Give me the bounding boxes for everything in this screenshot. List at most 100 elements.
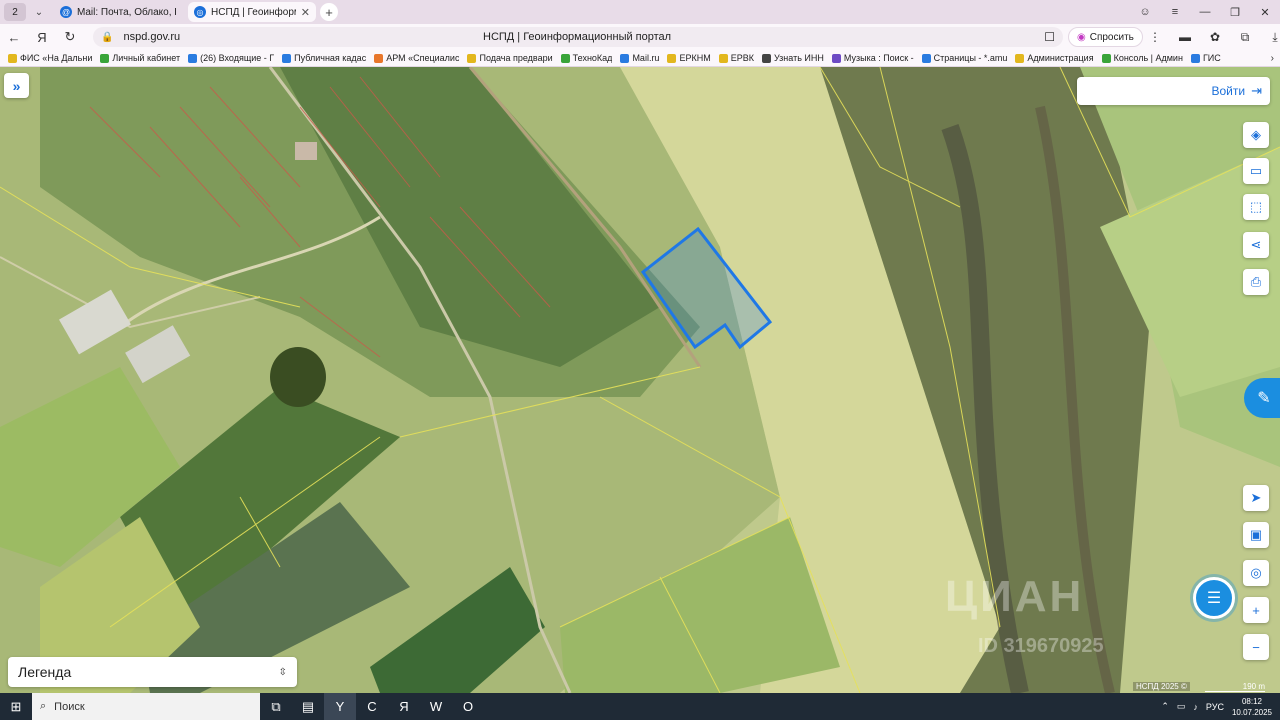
bookmark-favicon (374, 53, 384, 63)
more-icon[interactable]: ⋮ (1140, 30, 1170, 44)
tab-count-badge[interactable]: 2 (4, 3, 26, 21)
login-label: Войти (1211, 84, 1246, 98)
bookmark-item[interactable]: Музыка : Поиск - (831, 53, 914, 63)
bookmark-icon[interactable]: ☐ (1044, 30, 1055, 44)
lock-icon: 🔒 (101, 31, 114, 43)
clock-date: 10.07.2025 (1231, 707, 1272, 717)
extension-icon[interactable]: ▬ (1170, 30, 1200, 44)
url-field[interactable]: 🔒 nspd.gov.ru НСПД | Геоинформационный п… (93, 27, 1063, 47)
zoom-in-button[interactable]: + (1243, 597, 1269, 623)
mail-icon: @ (60, 6, 72, 18)
yandex-icon[interactable]: Я (28, 30, 56, 45)
clock-time: 08:12 (1241, 696, 1262, 706)
legend-dropdown[interactable]: Легенда ⇳ (8, 657, 297, 687)
close-window-button[interactable]: ✕ (1250, 6, 1280, 19)
bookmark-item[interactable]: Mail.ru (620, 53, 659, 63)
profile-icon[interactable]: ☺ (1130, 6, 1160, 18)
chat-icon[interactable]: ☰ (1193, 577, 1235, 619)
chevron-down-icon[interactable]: ⌄ (30, 3, 48, 21)
layers-icon[interactable]: ◈ (1243, 122, 1269, 148)
url-text: nspd.gov.ru (123, 31, 181, 43)
bookmark-item[interactable]: Узнать ИНН (761, 53, 824, 63)
collections-icon[interactable]: ⧉ (1230, 30, 1260, 45)
select-area-icon[interactable]: ⬚ (1243, 194, 1269, 220)
watermark-logo: ЦИАН (945, 572, 1085, 621)
tray-lang[interactable]: РУС (1206, 702, 1224, 712)
minimap-icon[interactable]: ▣ (1243, 522, 1269, 548)
bookmark-favicon (100, 53, 110, 63)
login-button[interactable]: Войти ⇥ (1077, 77, 1270, 105)
location-pin-icon[interactable]: ◎ (1243, 560, 1269, 586)
ask-button[interactable]: ◉ Спросить (1068, 27, 1143, 47)
bookmark-item[interactable]: ЕРВК (718, 53, 754, 63)
minimize-button[interactable]: — (1190, 6, 1220, 18)
legend-label: Легенда (18, 664, 72, 680)
yandex-icon[interactable]: Я (388, 693, 420, 720)
bookmark-favicon (718, 53, 728, 63)
bookmark-item[interactable]: Консоль | Админ (1101, 53, 1183, 63)
back-icon[interactable]: ← (0, 30, 28, 45)
zoom-out-button[interactable]: − (1243, 634, 1269, 660)
bookmark-item[interactable]: ФИС «На Дальни (8, 53, 92, 63)
bookmark-item[interactable]: ГИС (1190, 53, 1221, 63)
taskbar: ⊞ ⌕ Поиск ⧉ ▤ Y C Я W O ⌃ ▭ ♪ РУС 08:12 … (0, 693, 1280, 720)
map-canvas[interactable]: » Войти ⇥ ◈ ▭ ⬚ ⋖ ⎙ ✎ ➤ ▣ ◎ ☰ + − ЦИАН I… (0, 67, 1280, 693)
bookmark-item[interactable]: АРМ «Специалис (374, 53, 459, 63)
bookmark-favicon (1190, 53, 1200, 63)
browser-c-icon[interactable]: C (356, 693, 388, 720)
tab-nspd[interactable]: ◎ НСПД | Геоинформаци ✕ (188, 2, 316, 22)
bookmark-item[interactable]: Страницы - *.amu (921, 53, 1007, 63)
expand-panel-button[interactable]: » (4, 73, 29, 98)
bookmark-item[interactable]: Личный кабинет (100, 53, 180, 63)
address-bar: ← Я ↻ 🔒 nspd.gov.ru НСПД | Геоинформацио… (0, 24, 1280, 50)
scale-bar: 190 m (1205, 682, 1265, 692)
volume-icon[interactable]: ♪ (1193, 702, 1198, 712)
clock[interactable]: 08:12 10.07.2025 (1232, 696, 1272, 718)
maximize-button[interactable]: ❐ (1220, 6, 1250, 19)
login-icon: ⇥ (1251, 83, 1262, 98)
bookmark-item[interactable]: ЕРКНМ (667, 53, 711, 63)
bookmark-item[interactable]: Публичная кадас (282, 53, 366, 63)
bookmark-item[interactable]: Администрация (1015, 53, 1094, 63)
yandex-browser-icon[interactable]: Y (324, 693, 356, 720)
bookmark-item[interactable]: (26) Входящие - Г (188, 53, 274, 63)
ruler-icon[interactable]: ▭ (1243, 158, 1269, 184)
share-icon[interactable]: ⋖ (1243, 232, 1269, 258)
reload-icon[interactable]: ↻ (56, 29, 84, 45)
bookmark-favicon (282, 53, 292, 63)
ask-label: Спросить (1089, 31, 1134, 43)
extension2-icon[interactable]: ✿ (1200, 30, 1230, 44)
bookmark-item[interactable]: Подача предвари (467, 53, 553, 63)
feedback-icon[interactable]: ✎ (1244, 378, 1280, 418)
search-placeholder: Поиск (54, 700, 85, 713)
downloads-icon[interactable]: ⤓ (1260, 30, 1280, 45)
bookmark-favicon (1101, 53, 1111, 63)
more-bookmarks-icon[interactable]: › (1271, 53, 1274, 64)
bookmark-favicon (667, 53, 677, 63)
bookmark-favicon (188, 53, 198, 63)
new-tab-button[interactable]: + (320, 3, 338, 21)
print-icon[interactable]: ⎙ (1243, 269, 1269, 295)
task-view-icon[interactable]: ⧉ (260, 693, 292, 720)
windows-start-icon[interactable]: ⊞ (0, 693, 32, 720)
bookmark-favicon (467, 53, 477, 63)
tab-title: Mail: Почта, Облако, Кале (77, 6, 176, 18)
word-icon[interactable]: W (420, 693, 452, 720)
opera-icon[interactable]: O (452, 693, 484, 720)
page-title: НСПД | Геоинформационный портал (483, 31, 672, 43)
tray-chevron-icon[interactable]: ⌃ (1161, 701, 1169, 712)
bookmark-favicon (560, 53, 570, 63)
bookmark-favicon (1015, 53, 1025, 63)
bookmark-item[interactable]: ТехноКад (560, 53, 612, 63)
network-icon[interactable]: ▭ (1177, 701, 1186, 712)
close-icon[interactable]: ✕ (301, 6, 310, 19)
locate-icon[interactable]: ➤ (1243, 485, 1269, 511)
tab-title: НСПД | Геоинформаци (211, 6, 296, 18)
nspd-icon: ◎ (194, 6, 206, 18)
file-explorer-icon[interactable]: ▤ (292, 693, 324, 720)
tab-mail[interactable]: @ Mail: Почта, Облако, Кале (54, 2, 182, 22)
bookmark-favicon (761, 53, 771, 63)
search-icon: ⌕ (40, 700, 47, 712)
taskbar-search[interactable]: ⌕ Поиск (32, 693, 260, 720)
menu-icon[interactable]: ≡ (1160, 6, 1190, 18)
